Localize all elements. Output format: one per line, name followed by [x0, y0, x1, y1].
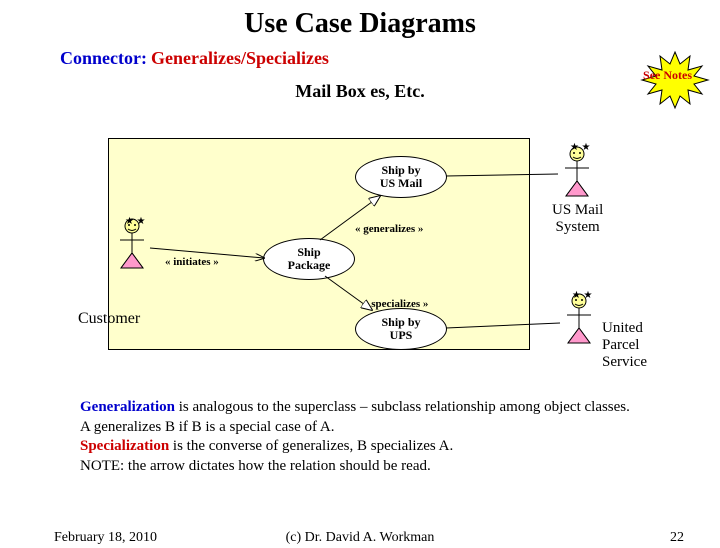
specializes-label: « specializes » — [363, 298, 428, 310]
usecase-ship-us-mail: Ship by US Mail — [355, 156, 447, 198]
star-icon: ★ ★ — [570, 142, 590, 153]
actor-ups — [562, 293, 596, 352]
usecase-ship-ups: Ship by UPS — [355, 308, 447, 350]
subtitle-label: Connector: — [60, 48, 147, 68]
see-notes-label: See Notes — [643, 68, 692, 83]
subtitle-value: Generalizes/Specializes — [151, 48, 329, 68]
actor-us-mail-label: US Mail System — [552, 202, 603, 236]
subtitle: Connector: Generalizes/Specializes — [60, 48, 720, 69]
page-title: Use Case Diagrams — [0, 8, 720, 40]
person-icon — [560, 146, 594, 200]
initiates-label: « initiates » — [165, 256, 219, 268]
person-icon — [562, 293, 596, 347]
generalizes-label: « generalizes » — [355, 223, 423, 235]
specialization-desc: is the converse of generalizes, B specia… — [169, 438, 453, 454]
usecase-label: Ship by US Mail — [380, 164, 422, 190]
usecase-label: Ship by UPS — [381, 316, 420, 342]
star-icon: ★ ★ — [572, 290, 592, 301]
footer-page-number: 22 — [670, 530, 684, 546]
generalization-term: Generalization — [80, 399, 175, 415]
footer-copyright: (c) Dr. David A. Workman — [0, 530, 720, 546]
actor-ups-label: United Parcel Service — [602, 320, 647, 371]
diagram-title: Mail Box es, Etc. — [0, 81, 720, 102]
note-text: NOTE: the arrow dictates how the relatio… — [80, 458, 431, 474]
actor-us-mail — [560, 146, 594, 205]
specialization-term: Specialization — [80, 438, 169, 454]
usecase-ship-package: Ship Package — [263, 238, 355, 280]
actor-customer-label: Customer — [78, 310, 140, 328]
explanation-text: Generalization is analogous to the super… — [80, 398, 640, 476]
usecase-label: Ship Package — [288, 246, 331, 272]
star-icon: ★ ★ — [125, 216, 145, 227]
